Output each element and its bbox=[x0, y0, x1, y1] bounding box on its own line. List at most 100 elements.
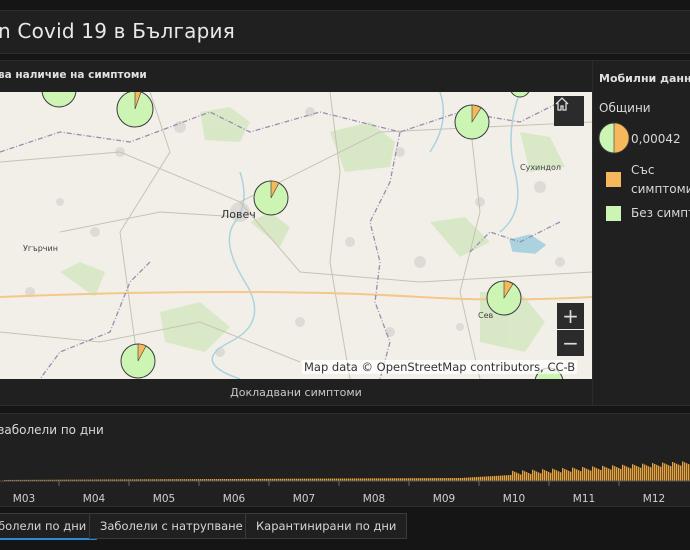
daily-bar[interactable] bbox=[634, 465, 636, 481]
daily-bar[interactable] bbox=[470, 477, 472, 481]
daily-bar[interactable] bbox=[608, 468, 610, 481]
zoom-in-button[interactable]: + bbox=[557, 303, 584, 329]
daily-bar[interactable] bbox=[612, 465, 614, 481]
daily-bar[interactable] bbox=[664, 463, 666, 481]
daily-bar[interactable] bbox=[656, 464, 658, 481]
daily-bar[interactable] bbox=[562, 468, 564, 481]
daily-bar[interactable] bbox=[622, 464, 624, 481]
map-view[interactable]: Ловеч Угърчин Сухиндол Сев + − Map data … bbox=[0, 92, 592, 379]
daily-bar[interactable] bbox=[466, 477, 468, 481]
daily-bar[interactable] bbox=[530, 473, 532, 481]
daily-bar[interactable] bbox=[478, 476, 480, 481]
daily-bar[interactable] bbox=[520, 474, 522, 481]
daily-bar[interactable] bbox=[482, 476, 484, 481]
map-attribution[interactable]: Map data © OpenStreetMap contributors, C… bbox=[302, 360, 578, 374]
daily-bar[interactable] bbox=[496, 475, 498, 481]
daily-bar[interactable] bbox=[556, 470, 558, 481]
daily-bar[interactable] bbox=[672, 462, 674, 481]
daily-bar[interactable] bbox=[638, 466, 640, 481]
pie-marker[interactable] bbox=[120, 343, 156, 379]
daily-bar[interactable] bbox=[650, 467, 652, 481]
daily-bar[interactable] bbox=[606, 467, 608, 481]
daily-bar[interactable] bbox=[644, 464, 646, 481]
daily-bar[interactable] bbox=[646, 465, 648, 481]
daily-bar[interactable] bbox=[658, 465, 660, 481]
daily-bar[interactable] bbox=[660, 466, 662, 481]
daily-bar[interactable] bbox=[522, 470, 524, 481]
daily-bar[interactable] bbox=[618, 468, 620, 481]
daily-bar[interactable] bbox=[534, 470, 536, 481]
pie-marker[interactable] bbox=[454, 104, 490, 140]
daily-bar[interactable] bbox=[568, 470, 570, 481]
daily-bar[interactable] bbox=[500, 475, 502, 481]
daily-bar[interactable] bbox=[610, 469, 612, 481]
daily-bar[interactable] bbox=[560, 472, 562, 481]
daily-bar[interactable] bbox=[514, 471, 516, 481]
daily-bar[interactable] bbox=[636, 466, 638, 481]
daily-bar[interactable] bbox=[510, 475, 512, 481]
daily-bar[interactable] bbox=[594, 467, 596, 481]
daily-bar[interactable] bbox=[564, 469, 566, 481]
daily-bar[interactable] bbox=[566, 469, 568, 481]
daily-bar[interactable] bbox=[484, 476, 486, 481]
daily-bar[interactable] bbox=[678, 464, 680, 481]
daily-bar[interactable] bbox=[558, 471, 560, 481]
daily-bar[interactable] bbox=[616, 467, 618, 481]
daily-bar[interactable] bbox=[498, 475, 500, 481]
daily-bar[interactable] bbox=[586, 468, 588, 481]
daily-bar[interactable] bbox=[476, 477, 478, 481]
daily-bar[interactable] bbox=[598, 469, 600, 481]
daily-bar[interactable] bbox=[652, 463, 654, 481]
daily-bar[interactable] bbox=[504, 475, 506, 481]
daily-bar[interactable] bbox=[572, 467, 574, 481]
daily-bar[interactable] bbox=[670, 466, 672, 481]
daily-bar[interactable] bbox=[662, 462, 664, 481]
daily-bar[interactable] bbox=[548, 471, 550, 481]
daily-bar[interactable] bbox=[506, 475, 508, 481]
daily-bar[interactable] bbox=[574, 468, 576, 481]
daily-bar[interactable] bbox=[602, 465, 604, 481]
daily-bar[interactable] bbox=[570, 471, 572, 481]
daily-bar[interactable] bbox=[474, 477, 476, 481]
daily-bar[interactable] bbox=[614, 466, 616, 481]
daily-cases-chart[interactable]: M03 M04 M05 M06 M07 M08 M09 M10 M11 M12 bbox=[0, 414, 690, 506]
daily-bar[interactable] bbox=[626, 466, 628, 481]
daily-bar[interactable] bbox=[588, 469, 590, 481]
daily-bar[interactable] bbox=[680, 465, 682, 481]
daily-bar[interactable] bbox=[578, 470, 580, 481]
daily-bar[interactable] bbox=[582, 467, 584, 481]
daily-bar[interactable] bbox=[540, 473, 542, 481]
daily-bar[interactable] bbox=[494, 475, 496, 481]
daily-bar[interactable] bbox=[686, 463, 688, 481]
pie-marker[interactable] bbox=[116, 92, 154, 128]
daily-bar[interactable] bbox=[682, 461, 684, 481]
daily-bar[interactable] bbox=[604, 466, 606, 481]
daily-bar[interactable] bbox=[546, 471, 548, 481]
daily-bar[interactable] bbox=[518, 473, 520, 481]
daily-bar[interactable] bbox=[512, 470, 514, 481]
daily-bar[interactable] bbox=[642, 463, 644, 481]
home-button[interactable] bbox=[554, 96, 584, 126]
daily-bar[interactable] bbox=[550, 472, 552, 481]
daily-bar[interactable] bbox=[592, 466, 594, 481]
daily-bar[interactable] bbox=[528, 473, 530, 481]
pie-marker[interactable] bbox=[486, 280, 522, 316]
daily-bar[interactable] bbox=[688, 464, 690, 481]
daily-bar[interactable] bbox=[480, 476, 482, 481]
daily-bar[interactable] bbox=[684, 462, 686, 481]
daily-bar[interactable] bbox=[552, 468, 554, 481]
daily-bar[interactable] bbox=[508, 475, 510, 481]
daily-bar[interactable] bbox=[526, 472, 528, 481]
daily-bar[interactable] bbox=[648, 466, 650, 481]
daily-bar[interactable] bbox=[668, 465, 670, 481]
daily-bar[interactable] bbox=[666, 464, 668, 481]
daily-bar[interactable] bbox=[628, 467, 630, 481]
pie-marker[interactable] bbox=[253, 180, 289, 216]
daily-bar[interactable] bbox=[544, 470, 546, 481]
daily-bar[interactable] bbox=[542, 469, 544, 481]
daily-bar[interactable] bbox=[492, 476, 494, 481]
daily-bar[interactable] bbox=[554, 469, 556, 481]
daily-bar[interactable] bbox=[472, 477, 474, 481]
daily-bar[interactable] bbox=[640, 467, 642, 481]
daily-bar[interactable] bbox=[502, 475, 504, 481]
